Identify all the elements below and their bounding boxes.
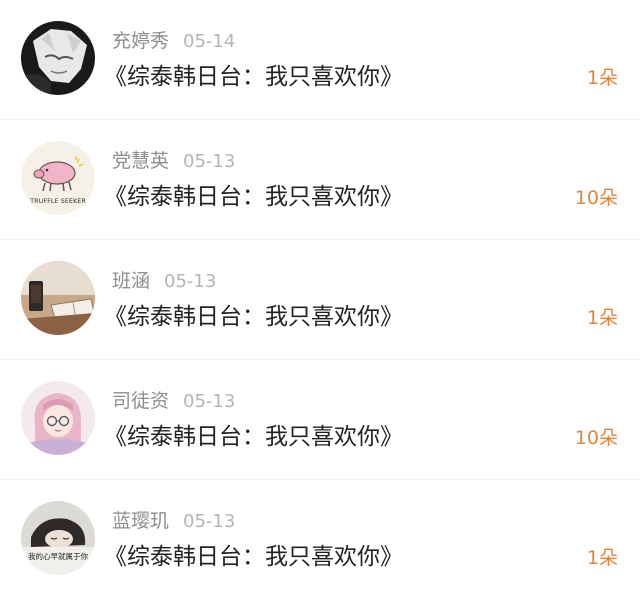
flower-count: 10朵 bbox=[574, 427, 618, 449]
avatar[interactable]: 我的心早就属于你 bbox=[21, 501, 95, 575]
record-meta: 司徒资 05-13 bbox=[112, 388, 235, 414]
anime-girl-avatar-icon bbox=[21, 381, 95, 455]
book-title[interactable]: 《综泰韩日台：我只喜欢你》 bbox=[104, 300, 403, 334]
record-meta: 班涵 05-13 bbox=[112, 268, 216, 294]
truffle-pig-avatar-icon: TRUFFLE SEEKER bbox=[21, 141, 95, 215]
gift-record-list: 充婷秀 05-14 《综泰韩日台：我只喜欢你》 1朵 TRUFFLE SEEKER… bbox=[0, 0, 640, 604]
flower-count: 10朵 bbox=[574, 187, 618, 209]
user-name: 司徒资 bbox=[112, 390, 170, 412]
book-title[interactable]: 《综泰韩日台：我只喜欢你》 bbox=[104, 420, 403, 454]
book-title[interactable]: 《综泰韩日台：我只喜欢你》 bbox=[104, 540, 403, 574]
record-date: 05-13 bbox=[183, 151, 236, 172]
list-item[interactable]: 充婷秀 05-14 《综泰韩日台：我只喜欢你》 1朵 bbox=[0, 0, 640, 120]
record-meta: 蓝璎玑 05-13 bbox=[112, 508, 235, 534]
flower-count: 1朵 bbox=[586, 67, 618, 89]
flower-count: 1朵 bbox=[586, 307, 618, 329]
record-date: 05-13 bbox=[183, 391, 236, 412]
record-date: 05-13 bbox=[164, 271, 217, 292]
record-date: 05-13 bbox=[183, 511, 236, 532]
avatar-text: 我的心早就属于你 bbox=[28, 551, 88, 561]
avatar[interactable] bbox=[21, 381, 95, 455]
user-name: 蓝璎玑 bbox=[112, 510, 170, 532]
record-meta: 充婷秀 05-14 bbox=[112, 28, 235, 54]
record-date: 05-14 bbox=[183, 31, 236, 52]
sleeping-girl-avatar-icon: 我的心早就属于你 bbox=[21, 501, 95, 575]
user-name: 充婷秀 bbox=[112, 30, 170, 52]
book-title[interactable]: 《综泰韩日台：我只喜欢你》 bbox=[104, 60, 403, 94]
user-name: 党慧英 bbox=[112, 150, 170, 172]
list-item[interactable]: 班涵 05-13 《综泰韩日台：我只喜欢你》 1朵 bbox=[0, 240, 640, 360]
avatar[interactable]: TRUFFLE SEEKER bbox=[21, 141, 95, 215]
list-item[interactable]: 我的心早就属于你 蓝璎玑 05-13 《综泰韩日台：我只喜欢你》 1朵 bbox=[0, 480, 640, 600]
avatar[interactable] bbox=[21, 261, 95, 335]
book-title[interactable]: 《综泰韩日台：我只喜欢你》 bbox=[104, 180, 403, 214]
flower-count: 1朵 bbox=[586, 547, 618, 569]
list-item[interactable]: 司徒资 05-13 《综泰韩日台：我只喜欢你》 10朵 bbox=[0, 360, 640, 480]
list-item[interactable]: TRUFFLE SEEKER 党慧英 05-13 《综泰韩日台：我只喜欢你》 10… bbox=[0, 120, 640, 240]
user-name: 班涵 bbox=[112, 270, 151, 292]
avatar-text: TRUFFLE SEEKER bbox=[29, 197, 86, 205]
record-meta: 党慧英 05-13 bbox=[112, 148, 235, 174]
coffee-book-avatar-icon bbox=[21, 261, 95, 335]
avatar[interactable] bbox=[21, 21, 95, 95]
anime-avatar-icon bbox=[21, 21, 95, 95]
